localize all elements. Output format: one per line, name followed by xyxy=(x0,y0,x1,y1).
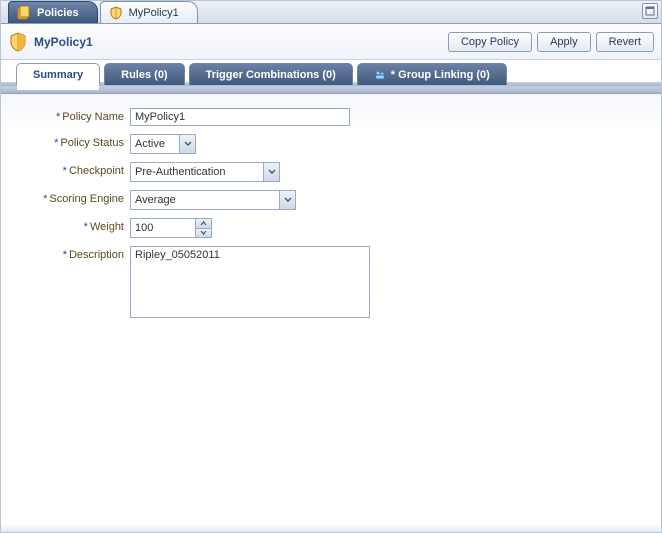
nav-tab-mypolicy1[interactable]: MyPolicy1 xyxy=(100,1,198,23)
scoring-engine-label: *Scoring Engine xyxy=(10,190,130,205)
chevron-down-icon xyxy=(179,135,195,153)
tab-group-linking-label: * Group Linking (0) xyxy=(391,69,490,81)
nav-tab-policies[interactable]: Policies xyxy=(8,1,98,23)
weight-stepper[interactable] xyxy=(130,218,212,238)
weight-step-down[interactable] xyxy=(196,229,211,238)
checkpoint-value: Pre-Authentication xyxy=(135,166,226,178)
policy-name-label: *Policy Name xyxy=(10,108,130,123)
nav-tabs: Policies MyPolicy1 xyxy=(0,0,662,24)
footer-gradient xyxy=(1,524,661,532)
policy-name-input[interactable] xyxy=(130,108,350,126)
group-icon xyxy=(374,69,386,81)
nav-tab-mypolicy1-label: MyPolicy1 xyxy=(129,7,179,19)
checkpoint-label: *Checkpoint xyxy=(10,162,130,177)
policy-status-label: *Policy Status xyxy=(10,134,130,149)
summary-form: *Policy Name *Policy Status Active *Chec… xyxy=(0,94,662,339)
policy-icon xyxy=(109,6,123,20)
page-header: MyPolicy1 Copy Policy Apply Revert xyxy=(0,24,662,60)
subtab-band xyxy=(0,86,662,94)
scoring-engine-value: Average xyxy=(135,194,176,206)
scoring-engine-select[interactable]: Average xyxy=(130,190,296,210)
nav-tab-policies-label: Policies xyxy=(37,7,79,19)
page-title: MyPolicy1 xyxy=(8,32,93,52)
tab-summary[interactable]: Summary xyxy=(16,63,100,85)
policy-status-value: Active xyxy=(135,138,165,150)
page-title-text: MyPolicy1 xyxy=(34,35,93,49)
tab-group-linking[interactable]: * Group Linking (0) xyxy=(357,63,507,85)
shield-icon xyxy=(8,32,28,52)
description-textarea[interactable] xyxy=(130,246,370,318)
policies-icon xyxy=(17,6,31,20)
chevron-down-icon xyxy=(279,191,295,209)
sub-tabs: Summary Rules (0) Trigger Combinations (… xyxy=(0,60,662,86)
tab-trigger-combinations-label: Trigger Combinations (0) xyxy=(206,69,336,81)
tab-trigger-combinations[interactable]: Trigger Combinations (0) xyxy=(189,63,353,85)
tab-rules-label: Rules (0) xyxy=(121,69,167,81)
copy-policy-button[interactable]: Copy Policy xyxy=(448,32,532,52)
apply-button[interactable]: Apply xyxy=(537,32,591,52)
tab-summary-label: Summary xyxy=(33,69,83,81)
revert-button[interactable]: Revert xyxy=(596,32,654,52)
weight-step-up[interactable] xyxy=(196,219,211,229)
weight-input[interactable] xyxy=(131,219,195,237)
weight-label: *Weight xyxy=(10,218,130,233)
description-label: *Description xyxy=(10,246,130,261)
checkpoint-select[interactable]: Pre-Authentication xyxy=(130,162,280,182)
chevron-down-icon xyxy=(263,163,279,181)
popout-button[interactable] xyxy=(642,3,658,19)
policy-status-select[interactable]: Active xyxy=(130,134,196,154)
tab-rules[interactable]: Rules (0) xyxy=(104,63,184,85)
